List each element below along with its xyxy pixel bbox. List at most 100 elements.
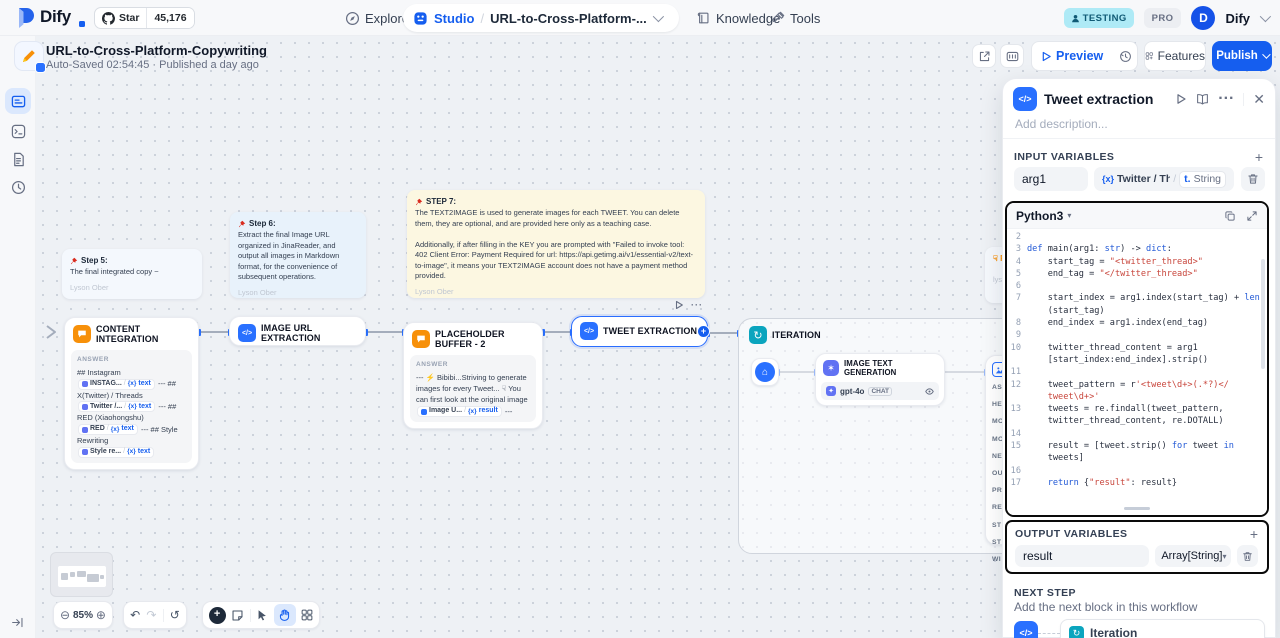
breadcrumb[interactable]: Studio / URL-to-Cross-Platform-... (403, 4, 679, 32)
variable-chip[interactable]: RED/{x}text (78, 424, 138, 435)
code-node-icon (421, 409, 427, 415)
features-button[interactable]: Features (1144, 41, 1206, 71)
studio-icon (413, 11, 428, 26)
add-next-node-handle[interactable]: + (697, 325, 710, 338)
code-content[interactable]: 23def main(arg1: str) -> dict:4 start_ta… (1007, 229, 1267, 515)
redo-icon[interactable]: ↷ (146, 608, 156, 622)
variable-chip[interactable]: INSTAG.../{x}text (78, 379, 155, 390)
input-variables-label: INPUT VARIABLES (1014, 151, 1114, 163)
answer-label: ANSWER (77, 355, 186, 365)
sticky-note-step7[interactable]: STEP 7: The TEXT2IMAGE is used to genera… (407, 190, 705, 298)
zoom-level[interactable]: 85% (73, 610, 93, 621)
sidebar-item-api[interactable] (9, 122, 27, 140)
explore-icon (345, 11, 360, 26)
organize-blocks-icon[interactable] (301, 609, 313, 621)
output-variable-type-select[interactable]: Array[String]▾ (1155, 545, 1231, 567)
undo-icon[interactable]: ↶ (130, 608, 140, 622)
breadcrumb-app-name[interactable]: URL-to-Cross-Platform-... (490, 11, 647, 26)
close-icon[interactable]: ✕ (1253, 91, 1265, 108)
docs-icon[interactable] (1196, 93, 1209, 106)
more-options-icon[interactable]: ··· (691, 300, 703, 310)
output-variables-section: OUTPUT VARIABLES + result Array[String]▾ (1005, 520, 1269, 574)
trash-icon (1247, 173, 1259, 185)
code-scrollbar[interactable] (1261, 259, 1265, 369)
note-body: The TEXT2IMAGE is used to generate image… (415, 208, 697, 282)
code-node-icon: </> (1014, 621, 1038, 638)
github-star-button[interactable]: Star 45,176 (94, 7, 195, 29)
output-variable-name[interactable]: result (1015, 545, 1149, 567)
nav-knowledge[interactable]: Knowledge (697, 0, 780, 36)
add-output-variable-button[interactable]: + (1250, 527, 1258, 541)
input-variable-source[interactable]: {x} Twitter / Threads / t.String (1094, 167, 1234, 191)
preview-button[interactable]: Preview (1032, 49, 1112, 63)
pointer-mode-icon[interactable] (256, 609, 268, 621)
sticky-note-step5[interactable]: Step 5: The final integrated copy ~ Lyso… (62, 249, 202, 299)
account-chevron-icon[interactable] (1260, 11, 1271, 22)
code-editor[interactable]: Python3 ▾ 23def main(arg1: str) -> dict:… (1005, 201, 1269, 517)
sidebar-item-orchestrate[interactable] (5, 88, 31, 114)
node-image-url-extraction[interactable]: </> IMAGE URL EXTRACTION (229, 316, 366, 346)
variable-chip[interactable]: Image U.../{x}result (417, 406, 502, 417)
pin-icon (70, 257, 78, 265)
history-clock-icon (1119, 50, 1132, 63)
avatar[interactable]: D (1191, 6, 1215, 30)
model-mode-badge: CHAT (868, 387, 892, 396)
edge (708, 332, 738, 334)
nav-studio[interactable]: Studio (434, 11, 474, 26)
node-tweet-extraction[interactable]: </> TWEET EXTRACTION (571, 316, 708, 347)
star-count: 45,176 (146, 8, 193, 28)
input-variable-name[interactable]: arg1 (1014, 167, 1088, 191)
workflow-type-badge (35, 62, 46, 73)
view-history-icon[interactable]: ↺ (170, 608, 180, 622)
account-name[interactable]: Dify (1225, 11, 1250, 26)
sidebar-item-logs[interactable] (9, 150, 27, 168)
node-image-text-generation[interactable]: ✶ IMAGE TEXT GENERATION ✦ gpt-4o CHAT (815, 353, 945, 406)
zoom-out-icon[interactable]: ⊖ (60, 608, 70, 622)
sticky-note-step6[interactable]: Step 6: Extract the final Image URL orga… (230, 212, 366, 298)
node-title: CONTENT INTEGRATION (96, 324, 190, 344)
logs-icon (11, 152, 26, 167)
answer-content: ## Instagram INSTAG.../{x}text --- ## X(… (77, 367, 186, 458)
hand-mode-icon[interactable] (274, 604, 296, 626)
editor-resize-handle[interactable] (1124, 507, 1150, 510)
dify-logo-text[interactable]: Dify (40, 7, 71, 27)
zoom-in-icon[interactable]: ⊕ (96, 608, 106, 622)
nav-explore[interactable]: Explore (345, 0, 409, 36)
run-history-button[interactable] (1112, 50, 1139, 63)
more-options-icon[interactable]: ··· (1218, 90, 1234, 108)
description-placeholder[interactable]: Add description... (1015, 117, 1108, 131)
add-input-variable-button[interactable]: + (1255, 150, 1263, 164)
variable-chip[interactable]: Style re.../{x}text (78, 447, 154, 458)
open-in-explore-button[interactable] (972, 44, 996, 68)
minimap[interactable] (50, 552, 113, 597)
panel-title[interactable]: Tweet extraction (1044, 91, 1168, 107)
collapse-sidebar-button[interactable] (6, 611, 28, 633)
add-note-icon[interactable] (231, 609, 244, 622)
run-node-icon[interactable] (674, 300, 684, 310)
dify-logo-icon[interactable] (12, 6, 36, 30)
collapse-right-icon (11, 616, 24, 629)
add-block-button[interactable]: + (209, 607, 226, 624)
iteration-start-node[interactable]: ⌂ (751, 358, 779, 386)
next-step-target[interactable]: ↻ Iteration (1060, 619, 1265, 638)
delete-input-variable-button[interactable] (1241, 167, 1265, 191)
app-icon[interactable] (14, 41, 44, 71)
publish-button[interactable]: Publish (1212, 41, 1272, 71)
code-language-selector[interactable]: Python3 (1016, 209, 1063, 223)
copy-icon[interactable] (1224, 210, 1236, 222)
testing-badge: TESTING (1064, 8, 1134, 28)
delete-output-variable-button[interactable] (1237, 545, 1258, 567)
expand-icon[interactable] (1246, 210, 1258, 222)
node-placeholder-buffer[interactable]: PLACEHOLDER BUFFER - 2 ANSWER --- ⚡ Bibi… (403, 322, 543, 429)
chevron-down-icon[interactable] (653, 11, 664, 22)
env-variables-button[interactable] (1000, 44, 1024, 68)
sidebar-item-annotations[interactable] (9, 178, 27, 196)
run-this-step-icon[interactable] (1175, 93, 1187, 105)
variable-chip[interactable]: Twitter /.../{x}text (78, 401, 155, 412)
nav-tools[interactable]: Tools (771, 0, 820, 36)
node-content-integration[interactable]: CONTENT INTEGRATION ANSWER ## Instagram … (64, 317, 199, 470)
zoom-bar: ⊖ 85% ⊕ (53, 601, 113, 629)
eye-icon (925, 387, 934, 396)
pro-badge[interactable]: PRO (1144, 8, 1182, 28)
model-selector[interactable]: ✦ gpt-4o CHAT (821, 382, 939, 400)
